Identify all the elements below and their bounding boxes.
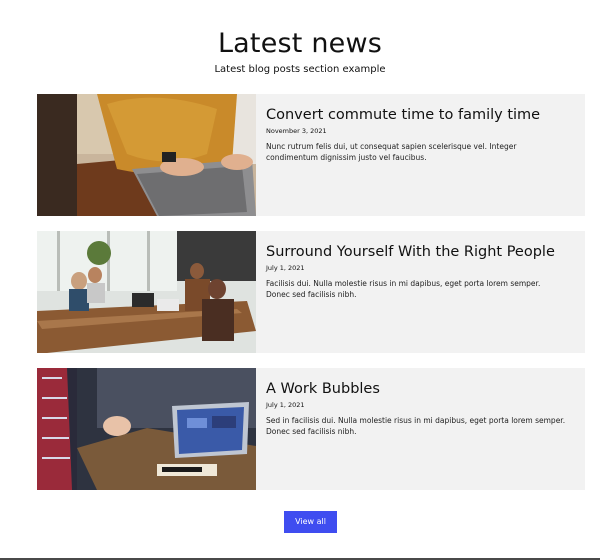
post-excerpt: Sed in facilisis dui. Nulla molestie ris…	[266, 416, 566, 436]
laptop-discussion-image	[37, 368, 256, 490]
post-date: November 3, 2021	[266, 127, 327, 135]
post-card[interactable]: A Work Bubbles July 1, 2021 Sed in facil…	[37, 368, 585, 490]
post-thumbnail[interactable]	[37, 94, 256, 216]
post-excerpt: Facilisis dui. Nulla molestie risus in m…	[266, 279, 541, 299]
post-thumbnail[interactable]	[37, 368, 256, 490]
page-title: Latest news	[217, 28, 383, 59]
post-thumbnail[interactable]	[37, 231, 256, 353]
laptop-typing-image	[37, 94, 256, 216]
post-title[interactable]: Convert commute time to family time	[266, 106, 575, 124]
post-content: Convert commute time to family time Nove…	[256, 94, 585, 216]
post-card[interactable]: Surround Yourself With the Right People …	[37, 231, 585, 353]
post-content: A Work Bubbles July 1, 2021 Sed in facil…	[256, 368, 585, 490]
post-title[interactable]: Surround Yourself With the Right People	[266, 243, 575, 261]
office-meeting-image	[37, 231, 256, 353]
post-card[interactable]: Convert commute time to family time Nove…	[37, 94, 585, 216]
post-excerpt: Nunc rutrum felis dui, ut consequat sapi…	[266, 142, 517, 162]
post-list: Convert commute time to family time Nove…	[37, 94, 585, 490]
section-header: Latest news Latest blog posts section ex…	[0, 28, 600, 76]
post-date: July 1, 2021	[266, 401, 305, 409]
post-title[interactable]: A Work Bubbles	[266, 380, 575, 398]
page-subtitle: Latest blog posts section example	[214, 64, 386, 75]
view-all-button[interactable]: View all	[284, 511, 337, 533]
post-content: Surround Yourself With the Right People …	[256, 231, 585, 353]
post-date: July 1, 2021	[266, 264, 305, 272]
